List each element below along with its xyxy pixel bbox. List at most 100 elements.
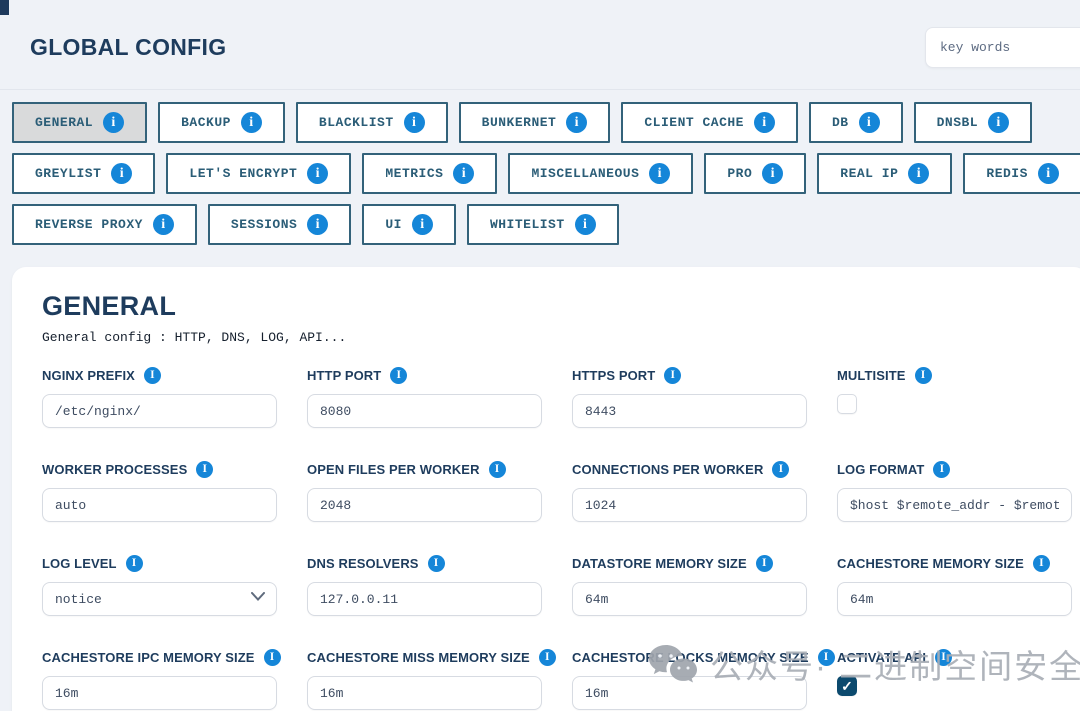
field-cachestore-memory-size: CACHESTORE MEMORY SIZEi	[837, 555, 1072, 616]
search-input[interactable]	[925, 27, 1080, 68]
tab-blacklist[interactable]: BLACKLIST i	[296, 102, 448, 143]
tab-miscellaneous[interactable]: MISCELLANEOUSi	[508, 153, 693, 194]
tab-redis[interactable]: REDIS i	[963, 153, 1080, 194]
select-wrap: notice	[42, 572, 277, 616]
info-icon[interactable]: i	[241, 112, 262, 133]
info-icon[interactable]: i	[489, 461, 506, 478]
field-activate-api: ACTIVATE API i	[837, 649, 1072, 710]
info-icon[interactable]: i	[933, 461, 950, 478]
tab-whitelist[interactable]: WHITELISTi	[467, 204, 619, 245]
tab-real-ip[interactable]: REAL IP i	[817, 153, 952, 194]
info-icon[interactable]: i	[566, 112, 587, 133]
http-port-input[interactable]	[307, 394, 542, 428]
open-files-per-worker-input[interactable]	[307, 488, 542, 522]
multisite-checkbox[interactable]	[837, 394, 857, 414]
tab-sessions[interactable]: SESSIONSi	[208, 204, 351, 245]
datastore-memory-size-input[interactable]	[572, 582, 807, 616]
info-icon[interactable]: i	[307, 163, 328, 184]
field-label-text: LOG FORMAT	[837, 462, 924, 477]
tab-client-cache[interactable]: CLIENT CACHE i	[621, 102, 798, 143]
field-label: CACHESTORE MEMORY SIZEi	[837, 555, 1072, 572]
info-icon[interactable]: i	[153, 214, 174, 235]
https-port-input[interactable]	[572, 394, 807, 428]
tab-label: REAL IP	[840, 166, 898, 181]
info-icon[interactable]: i	[103, 112, 124, 133]
field-label-text: ACTIVATE API	[837, 650, 926, 665]
info-icon[interactable]: i	[762, 163, 783, 184]
worker-processes-input[interactable]	[42, 488, 277, 522]
field-https-port: HTTPS PORT i	[572, 367, 807, 428]
field-label-text: NGINX PREFIX	[42, 368, 135, 383]
field-label-text: LOG LEVEL	[42, 556, 117, 571]
info-icon[interactable]: i	[144, 367, 161, 384]
connections-per-worker-input[interactable]	[572, 488, 807, 522]
info-icon[interactable]: i	[404, 112, 425, 133]
tab-metrics[interactable]: METRICSi	[362, 153, 497, 194]
info-icon[interactable]: i	[412, 214, 433, 235]
field-label: WORKER PROCESSESi	[42, 461, 277, 478]
tab-label: PRO	[727, 166, 752, 181]
log-level-select[interactable]: notice	[42, 582, 277, 616]
info-icon[interactable]: i	[908, 163, 929, 184]
tab-db[interactable]: DB i	[809, 102, 903, 143]
info-icon[interactable]: i	[754, 112, 775, 133]
info-icon[interactable]: i	[649, 163, 670, 184]
tab-label: CLIENT CACHE	[644, 115, 744, 130]
tab-label: DB	[832, 115, 849, 130]
tab-label: BLACKLIST	[319, 115, 394, 130]
dns-resolvers-input[interactable]	[307, 582, 542, 616]
info-icon[interactable]: i	[664, 367, 681, 384]
field-http-port: HTTP PORTi	[307, 367, 542, 428]
field-label-text: MULTISITE	[837, 368, 906, 383]
info-icon[interactable]: i	[1038, 163, 1059, 184]
field-label-text: HTTPS PORT	[572, 368, 655, 383]
info-icon[interactable]: i	[453, 163, 474, 184]
info-icon[interactable]: i	[428, 555, 445, 572]
tab-dnsbl[interactable]: DNSBLi	[914, 102, 1033, 143]
tab-general[interactable]: GENERALi	[12, 102, 147, 143]
info-icon[interactable]: i	[915, 367, 932, 384]
field-log-level: LOG LEVEL i notice	[42, 555, 277, 616]
info-icon[interactable]: i	[539, 649, 556, 666]
field-label: CONNECTIONS PER WORKERi	[572, 461, 807, 478]
tab-row: GREYLISTiLET'S ENCRYPTiMETRICSiMISCELLAN…	[12, 153, 1068, 194]
info-icon[interactable]: i	[264, 649, 281, 666]
info-icon[interactable]: i	[1033, 555, 1050, 572]
tab-greylist[interactable]: GREYLIST i	[12, 153, 155, 194]
tab-ui[interactable]: UIi	[362, 204, 456, 245]
tab-label: REDIS	[986, 166, 1028, 181]
page-title: GLOBAL CONFIG	[30, 34, 226, 61]
info-icon[interactable]: i	[818, 649, 835, 666]
field-worker-processes: WORKER PROCESSESi	[42, 461, 277, 522]
tab-bunkernet[interactable]: BUNKERNETi	[459, 102, 611, 143]
field-label: CACHESTORE LOCKS MEMORY SIZEi	[572, 649, 807, 666]
info-icon[interactable]: i	[307, 214, 328, 235]
info-icon[interactable]: i	[935, 649, 952, 666]
tab-let-s-encrypt[interactable]: LET'S ENCRYPTi	[166, 153, 351, 194]
field-connections-per-worker: CONNECTIONS PER WORKERi	[572, 461, 807, 522]
cachestore-miss-memory-size-input[interactable]	[307, 676, 542, 710]
info-icon[interactable]: i	[859, 112, 880, 133]
info-icon[interactable]: i	[196, 461, 213, 478]
tab-pro[interactable]: PRO i	[704, 153, 806, 194]
cachestore-memory-size-input[interactable]	[837, 582, 1072, 616]
info-icon[interactable]: i	[390, 367, 407, 384]
tab-label: BACKUP	[181, 115, 231, 130]
cachestore-locks-memory-size-input[interactable]	[572, 676, 807, 710]
cachestore-ipc-memory-size-input[interactable]	[42, 676, 277, 710]
field-cachestore-ipc-memory-size: CACHESTORE IPC MEMORY SIZEi	[42, 649, 277, 710]
field-label: DNS RESOLVERSi	[307, 555, 542, 572]
tab-backup[interactable]: BACKUP i	[158, 102, 285, 143]
info-icon[interactable]: i	[111, 163, 132, 184]
tab-label: GREYLIST	[35, 166, 101, 181]
info-icon[interactable]: i	[126, 555, 143, 572]
activate-api-checkbox[interactable]	[837, 676, 857, 696]
info-icon[interactable]: i	[988, 112, 1009, 133]
nginx-prefix-input[interactable]	[42, 394, 277, 428]
tab-reverse-proxy[interactable]: REVERSE PROXYi	[12, 204, 197, 245]
field-label: ACTIVATE API i	[837, 649, 1072, 666]
info-icon[interactable]: i	[575, 214, 596, 235]
info-icon[interactable]: i	[756, 555, 773, 572]
info-icon[interactable]: i	[772, 461, 789, 478]
log-format-input[interactable]	[837, 488, 1072, 522]
